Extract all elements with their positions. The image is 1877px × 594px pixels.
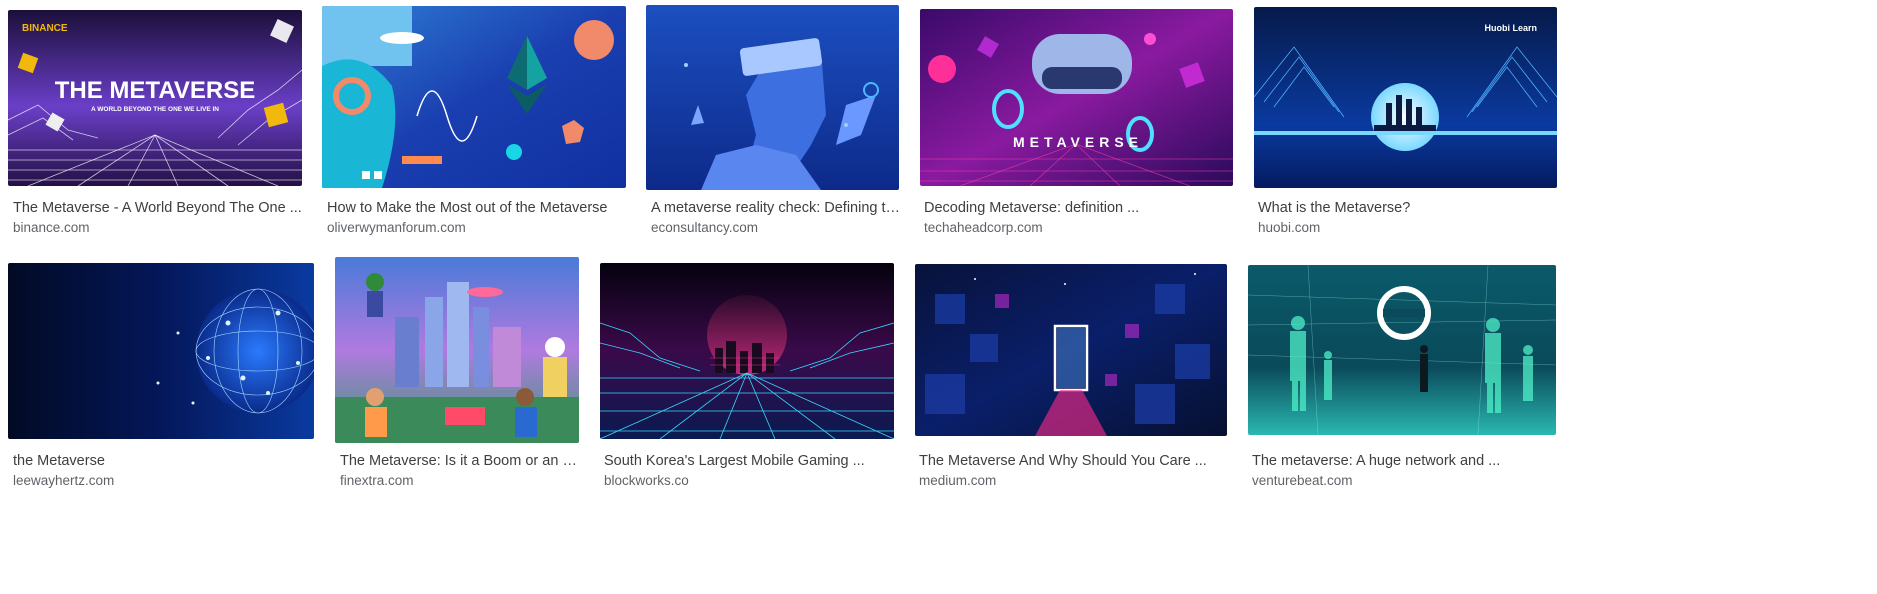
result-title[interactable]: How to Make the Most out of the Metavers… bbox=[327, 199, 627, 217]
result-title[interactable]: South Korea's Largest Mobile Gaming ... bbox=[604, 452, 894, 470]
result-source: huobi.com bbox=[1258, 220, 1321, 235]
synthwave-landscape-image bbox=[600, 263, 894, 439]
result-source: binance.com bbox=[13, 220, 90, 235]
result-source: leewayhertz.com bbox=[13, 473, 115, 488]
result-thumbnail[interactable] bbox=[1248, 265, 1556, 435]
result-source: blockworks.co bbox=[604, 473, 689, 488]
result-title[interactable]: A metaverse reality check: Defining the … bbox=[651, 199, 901, 217]
result-title[interactable]: Decoding Metaverse: definition ... bbox=[924, 199, 1224, 217]
result-thumbnail[interactable]: METAVERSE bbox=[920, 9, 1233, 186]
result-title[interactable]: The Metaverse - A World Beyond The One .… bbox=[13, 199, 303, 217]
thumb-subheading: A WORLD BEYOND THE ONE WE LIVE IN bbox=[91, 106, 219, 113]
result-thumbnail[interactable] bbox=[915, 264, 1227, 436]
neon-doorway-image bbox=[915, 264, 1227, 436]
result-title[interactable]: The metaverse: A huge network and ... bbox=[1252, 452, 1552, 470]
thumb-heading: THE METAVERSE bbox=[55, 77, 255, 104]
result-source: venturebeat.com bbox=[1252, 473, 1353, 488]
huobi-learn-logo-text: Huobi Learn bbox=[1484, 23, 1537, 33]
vr-headset-person-image bbox=[646, 5, 899, 190]
result-source: oliverwymanforum.com bbox=[327, 220, 466, 235]
neon-city-sunrise-image: Huobi Learn bbox=[1254, 7, 1557, 188]
result-title[interactable]: The Metaverse And Why Should You Care ..… bbox=[919, 452, 1219, 470]
ethereum-illustration-image bbox=[322, 6, 626, 188]
result-source: econsultancy.com bbox=[651, 220, 759, 235]
result-source: techaheadcorp.com bbox=[924, 220, 1043, 235]
result-source: medium.com bbox=[919, 473, 997, 488]
result-title[interactable]: What is the Metaverse? bbox=[1258, 199, 1558, 217]
avatar-city-illustration-image bbox=[335, 257, 579, 443]
metaverse-grid-image: BINANCE THE METAVERSE A WORLD BEYOND THE… bbox=[8, 10, 302, 186]
thumb-text: METAVERSE bbox=[1013, 134, 1143, 150]
result-thumbnail[interactable] bbox=[646, 5, 899, 190]
result-thumbnail[interactable]: Huobi Learn bbox=[1254, 7, 1557, 188]
holographic-figures-image bbox=[1248, 265, 1556, 435]
result-title[interactable]: The Metaverse: Is it a Boom or an Uphe..… bbox=[340, 452, 580, 470]
network-globe-image bbox=[8, 263, 314, 439]
result-thumbnail[interactable] bbox=[322, 6, 626, 188]
result-thumbnail[interactable]: BINANCE THE METAVERSE A WORLD BEYOND THE… bbox=[8, 10, 302, 186]
result-thumbnail[interactable] bbox=[335, 257, 579, 443]
result-title[interactable]: the Metaverse bbox=[13, 452, 303, 470]
result-thumbnail[interactable] bbox=[600, 263, 894, 439]
vr-goggles-neon-image: METAVERSE bbox=[920, 9, 1233, 186]
result-thumbnail[interactable] bbox=[8, 263, 314, 439]
binance-logo-text: BINANCE bbox=[22, 23, 68, 34]
result-source: finextra.com bbox=[340, 473, 414, 488]
